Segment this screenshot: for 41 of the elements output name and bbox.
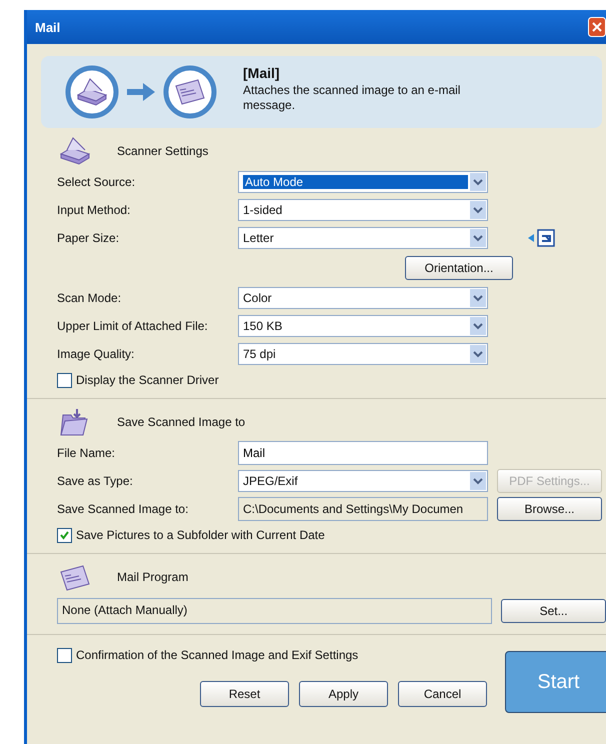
field-label: Save Scanned Image to: (57, 502, 190, 516)
section-heading: Scanner Settings (117, 144, 208, 158)
dropdown[interactable]: 150 KB (238, 315, 488, 337)
field-label: Input Method: (57, 203, 132, 217)
field-label: File Name: (57, 446, 116, 460)
scanner-icon (57, 136, 91, 166)
field-label: Image Quality: (57, 347, 136, 361)
dropdown[interactable]: Auto Mode (238, 171, 488, 193)
dropdown[interactable]: 1-sided (238, 199, 488, 221)
arrow-icon (127, 83, 155, 101)
text-field[interactable]: Mail (238, 441, 488, 465)
dropdown[interactable]: JPEG/Exif (238, 470, 488, 492)
dropdown[interactable]: 75 dpi (238, 343, 488, 365)
dialog-button[interactable]: Cancel (398, 681, 487, 707)
field-label: Paper Size: (57, 231, 120, 245)
dropdown[interactable]: Letter (238, 227, 488, 249)
dropdown[interactable]: Color (238, 287, 488, 309)
scanner-circle-icon (65, 65, 119, 119)
field-label: Upper Limit of Attached File: (57, 319, 209, 333)
path-field: C:\Documents and Settings\My Documen (238, 497, 488, 521)
orientation-icon (528, 227, 558, 249)
checkbox[interactable]: Confirmation of the Scanned Image and Exif Settings (57, 643, 502, 667)
banner-description: Attaches the scanned image to an e-mail message. (243, 83, 462, 113)
mail-program-field: None (Attach Manually) (57, 598, 492, 624)
field-label: Save as Type: (57, 474, 134, 488)
envelope-circle-icon (163, 65, 217, 119)
check-icon (59, 530, 70, 540)
field-label: Scan Mode: (57, 291, 122, 305)
close-icon[interactable] (588, 17, 606, 37)
window-title: Mail (35, 20, 60, 34)
dialog-button[interactable]: Apply (299, 681, 388, 707)
orientation-button[interactable]: Orientation... (405, 256, 513, 280)
dialog-button[interactable]: Reset (200, 681, 289, 707)
field-label: Select Source: (57, 175, 136, 189)
checkbox[interactable]: Display the Scanner Driver (57, 368, 219, 392)
checkbox[interactable]: Save Pictures to a Subfolder with Current Date (57, 523, 325, 547)
banner-title: [Mail] (243, 65, 281, 81)
section-heading: Mail Program (117, 570, 188, 584)
set-button[interactable]: Set... (501, 599, 606, 623)
section-heading: Save Scanned Image to (117, 415, 246, 429)
side-button[interactable]: Browse... (497, 497, 602, 521)
